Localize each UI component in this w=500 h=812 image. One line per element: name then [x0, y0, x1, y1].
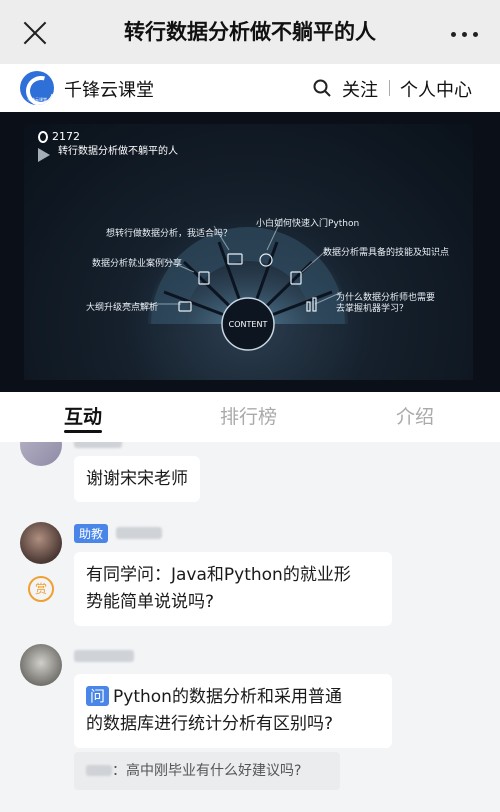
- hot-icon: [38, 130, 48, 143]
- follow-button[interactable]: 关注: [342, 76, 378, 102]
- tab-interaction[interactable]: 互动: [64, 402, 102, 429]
- more-icon[interactable]: [451, 32, 478, 37]
- top-nav-bar: 转行数据分析做不躺平的人: [0, 0, 500, 64]
- quote-text: ：高中刚毕业有什么好建议吗?: [112, 763, 302, 779]
- user-name: [74, 442, 122, 448]
- question-bubble: 问 Python的数据分析和采用普通 的数据库进行统计分析有区别吗?: [74, 674, 392, 748]
- topic-label: 数据分析需具备的技能及知识点: [323, 248, 450, 258]
- user-name: [74, 650, 134, 662]
- logo-text: 千锋云课堂: [27, 97, 47, 102]
- topic-label: 去掌握机器学习？: [336, 304, 409, 314]
- channel-name[interactable]: 千锋云课堂: [64, 76, 154, 102]
- topic-label: 想转行做数据分析，我适合吗？: [106, 229, 233, 239]
- tab-bar: 互动 排行榜 介绍: [0, 392, 500, 442]
- message-line: 的数据库进行统计分析有区别吗?: [86, 714, 334, 734]
- message-line: 有同学问：Java和Python的就业形: [86, 565, 351, 585]
- assistant-badge: 助教: [74, 524, 109, 543]
- question-tag: 问: [86, 686, 110, 706]
- tab-leaderboard[interactable]: 排行榜: [220, 402, 277, 429]
- question-text: Python的数据分析和采用普通: [113, 687, 342, 707]
- avatar[interactable]: [20, 522, 62, 564]
- reward-icon[interactable]: 赏: [28, 576, 54, 602]
- center-label: CONTENT: [229, 320, 268, 329]
- active-tab-indicator: [64, 430, 102, 433]
- page-title: 转行数据分析做不躺平的人: [124, 20, 376, 44]
- message-line: 问 Python的数据分析和采用普通: [86, 684, 380, 711]
- message-bubble: 谢谢宋宋老师: [74, 456, 200, 502]
- play-icon[interactable]: [38, 148, 50, 162]
- slide-title: 转行数据分析做不躺平的人: [58, 146, 178, 157]
- avatar[interactable]: [20, 644, 62, 686]
- topic-label: 数据分析就业案例分享: [92, 259, 183, 269]
- divider: [389, 80, 390, 96]
- video-frame: CONTENT 2172 转行数据分析做不躺平的人 想转行做数据分析，我适合吗？…: [24, 124, 473, 380]
- message-line: 势能简单说说吗?: [86, 592, 215, 612]
- chat-feed[interactable]: 谢谢宋宋老师 助教 赏 有同学问：Java和Python的就业形 势能简单说说吗…: [0, 442, 500, 812]
- search-icon[interactable]: [313, 79, 331, 97]
- user-name: [116, 527, 162, 539]
- topic-label: 小白如何快速入门Python: [256, 219, 360, 229]
- tab-intro[interactable]: 介绍: [396, 402, 434, 429]
- video-player[interactable]: CONTENT 2172 转行数据分析做不躺平的人 想转行做数据分析，我适合吗？…: [0, 112, 500, 392]
- channel-bar: 千锋云课堂 千锋云课堂 关注 个人中心: [0, 64, 500, 112]
- profile-link[interactable]: 个人中心: [400, 76, 472, 102]
- topic-label: 大纲升级亮点解析: [86, 303, 159, 313]
- message-bubble: 有同学问：Java和Python的就业形 势能简单说说吗?: [74, 552, 392, 626]
- channel-logo[interactable]: 千锋云课堂: [20, 71, 54, 105]
- avatar[interactable]: [20, 442, 62, 466]
- user-name: [86, 765, 112, 776]
- quoted-message: ：高中刚毕业有什么好建议吗?: [74, 752, 340, 790]
